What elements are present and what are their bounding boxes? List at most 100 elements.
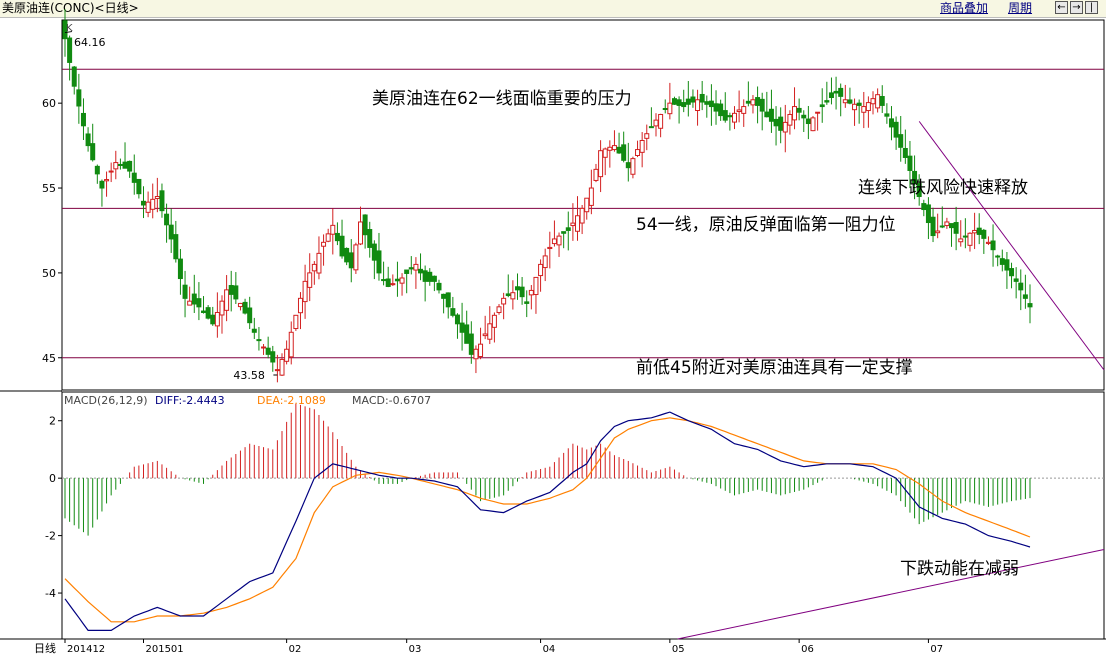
candle-body: [561, 231, 567, 234]
x-tick-label: 02: [289, 644, 302, 654]
candle-body: [214, 311, 220, 327]
candle-body: [861, 106, 867, 113]
candle-body: [468, 333, 474, 355]
candle-body: [464, 324, 470, 344]
candle-body: [441, 293, 447, 299]
candle-body: [976, 227, 982, 235]
candle-body: [741, 106, 747, 114]
candle-body: [750, 99, 756, 106]
candle-body: [584, 197, 590, 213]
candle-body: [782, 121, 788, 133]
candle-body: [71, 66, 77, 87]
candle-body: [297, 297, 303, 314]
candle-body: [648, 126, 654, 129]
candle-body: [381, 279, 387, 282]
candle-body: [755, 97, 761, 106]
candle-body: [487, 323, 493, 340]
candle-body: [602, 148, 608, 158]
candle-body: [718, 103, 724, 117]
candle-body: [962, 235, 968, 238]
candle-body: [745, 100, 751, 104]
candle-body: [284, 348, 290, 362]
candle-body: [196, 298, 202, 308]
candle-body: [902, 147, 908, 158]
candle-body: [385, 278, 391, 287]
macd-params-label: MACD(26,12,9): [64, 394, 148, 407]
price-y-tick-label: 50: [42, 267, 56, 280]
candle-body: [67, 37, 73, 63]
candle-body: [450, 308, 456, 316]
candle-body: [491, 314, 497, 328]
candle-body: [685, 98, 691, 105]
candle-body: [875, 94, 881, 109]
candle-body: [972, 229, 978, 234]
candle-body: [644, 133, 650, 139]
candle-body: [787, 113, 793, 126]
candle-body: [150, 198, 156, 210]
candle-body: [653, 119, 659, 127]
candle-body: [884, 113, 890, 117]
candle-body: [85, 133, 91, 147]
candle-body: [833, 90, 839, 94]
candle-body: [681, 102, 687, 108]
candle-body: [1013, 278, 1019, 282]
candle-body: [404, 269, 410, 274]
candle-body: [205, 307, 211, 319]
candle-body: [842, 99, 848, 104]
candle-body: [210, 314, 216, 325]
macd-y-tick-label: 2: [49, 415, 56, 428]
candle-body: [870, 98, 876, 105]
candle-body: [145, 201, 151, 213]
chart-window: 美原油连(CONC)<日线> 商品叠加 周期 ← → | 45 50 55 60 -4-…: [0, 0, 1106, 654]
candle-body: [482, 333, 488, 337]
candle-body: [690, 96, 696, 103]
candle-body: [274, 369, 280, 372]
candle-body: [815, 111, 821, 114]
candle-body: [191, 293, 197, 305]
candle-body: [177, 258, 183, 280]
candle-body: [501, 297, 507, 305]
candle-body: [413, 263, 419, 271]
candle-body: [1004, 259, 1010, 271]
candle-body: [431, 275, 437, 282]
candle-body: [242, 301, 248, 314]
candle-body: [727, 115, 733, 118]
macd-panel: [62, 403, 1105, 640]
macd-y-tick-label: -2: [45, 530, 56, 543]
candle-body: [353, 244, 359, 271]
candle-body: [999, 258, 1005, 265]
candle-body: [394, 278, 400, 282]
candle-body: [658, 113, 664, 129]
candle-body: [1027, 303, 1033, 308]
candle-body: [667, 102, 673, 115]
candle-body: [898, 134, 904, 148]
candle-body: [713, 103, 719, 112]
candle-body: [459, 322, 465, 333]
candle-body: [228, 285, 234, 295]
candle-body: [736, 109, 742, 112]
candle-body: [981, 229, 987, 239]
candle-body: [556, 235, 562, 246]
candle-body: [533, 276, 539, 296]
candle-body: [879, 96, 885, 106]
candle-body: [967, 232, 973, 246]
candle-body: [925, 204, 931, 224]
candle-body: [639, 140, 645, 153]
candle-body: [588, 187, 594, 206]
candle-body: [261, 346, 267, 349]
candle-body: [122, 161, 128, 169]
candle-body: [510, 292, 516, 300]
candle-body: [939, 225, 945, 228]
candle-body: [570, 222, 576, 227]
candle-body: [953, 222, 959, 234]
macd-value-label: MACD:-0.6707: [352, 394, 431, 407]
candle-body: [131, 172, 137, 183]
candle-body: [695, 99, 701, 112]
candle-body: [302, 280, 308, 303]
candle-body: [985, 241, 991, 244]
candle-body: [436, 282, 442, 291]
candle-body: [1022, 294, 1028, 299]
candle-body: [104, 179, 110, 182]
candle-body: [187, 300, 193, 306]
candle-body: [819, 104, 825, 108]
